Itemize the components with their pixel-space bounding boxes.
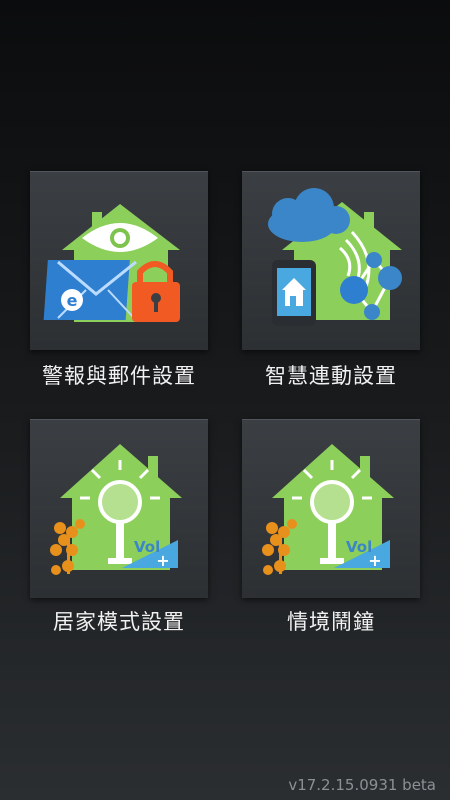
scene-alarm-house-icon: Vol + <box>262 444 394 575</box>
plus-label: + <box>368 551 381 570</box>
label-home-mode[interactable]: 居家模式設置 <box>19 606 219 636</box>
label-smart-link[interactable]: 智慧連動設置 <box>231 360 431 390</box>
tile-smart-link[interactable] <box>242 171 420 350</box>
alarm-email-house-icon: e <box>43 204 180 322</box>
smart-link-house-icon <box>268 188 402 326</box>
home-mode-house-icon: Vol + <box>50 444 182 575</box>
tile-home-mode[interactable]: Vol + <box>30 419 208 598</box>
tile-alarm-email[interactable]: e <box>30 171 208 350</box>
label-alarm-email[interactable]: 警報與郵件設置 <box>19 360 219 390</box>
plus-label: + <box>156 551 169 570</box>
email-e-letter: e <box>67 291 78 310</box>
tile-scene-alarm[interactable]: Vol + <box>242 419 420 598</box>
label-scene-alarm[interactable]: 情境鬧鐘 <box>231 606 431 636</box>
version-text: v17.2.15.0931 beta <box>288 776 436 794</box>
